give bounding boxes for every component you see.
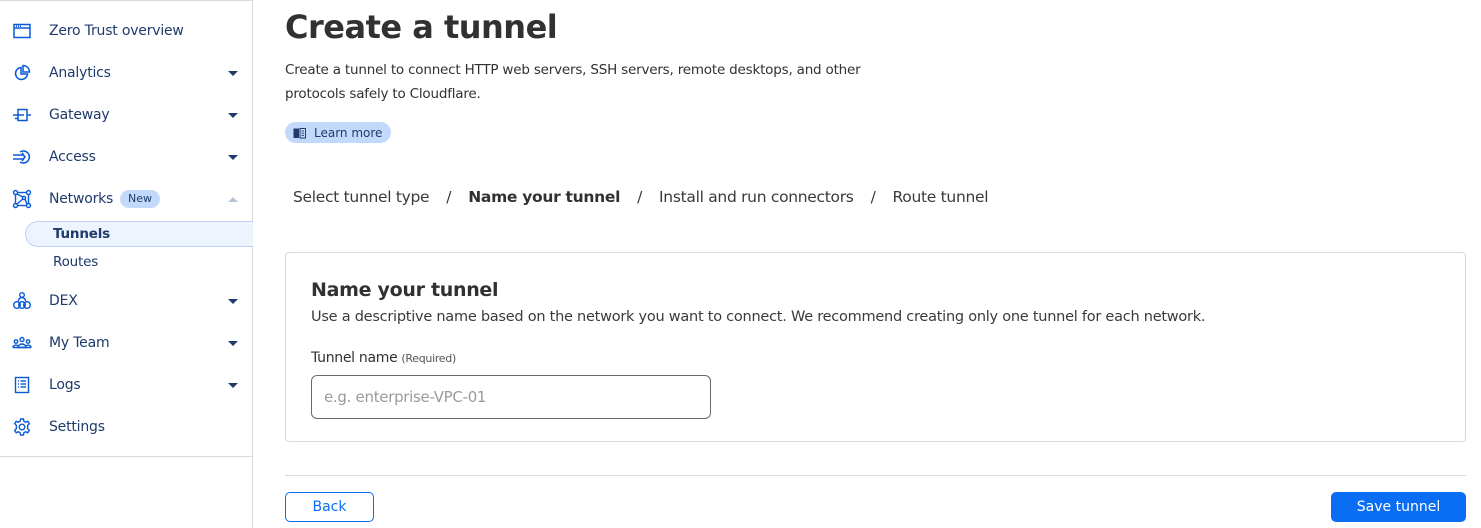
sidebar-item-access[interactable]: Access [0, 136, 252, 178]
sidebar-subitem-routes[interactable]: Routes [25, 249, 253, 275]
page-title: Create a tunnel [285, 8, 558, 46]
sidebar-item-gateway[interactable]: Gateway [0, 94, 252, 136]
new-badge: New [120, 190, 160, 208]
tunnel-name-label-text: Tunnel name [311, 350, 398, 366]
main-content: Create a tunnel Create a tunnel to conne… [285, 0, 1466, 528]
sidebar-item-analytics[interactable]: Analytics [0, 52, 252, 94]
sidebar-divider [0, 456, 252, 457]
chevron-down-icon[interactable] [228, 70, 238, 76]
chevron-down-icon[interactable] [228, 382, 238, 388]
step-route-tunnel: Route tunnel [892, 188, 989, 206]
sidebar-item-networks[interactable]: Networks New [0, 178, 252, 220]
sidebar-item-label: My Team [49, 335, 110, 351]
team-users-icon [12, 333, 32, 353]
sidebar-item-label: Networks [49, 191, 114, 207]
back-button[interactable]: Back [285, 492, 374, 522]
step-select-tunnel-type[interactable]: Select tunnel type [293, 188, 430, 206]
sidebar-item-label: Gateway [49, 107, 110, 123]
sidebar-item-settings[interactable]: Settings [0, 406, 252, 448]
sidebar-item-dex[interactable]: DEX [0, 280, 252, 322]
logs-list-icon [12, 375, 32, 395]
dex-icon [12, 291, 32, 311]
sidebar-subitem-label: Tunnels [53, 226, 110, 242]
step-name-your-tunnel: Name your tunnel [468, 188, 621, 206]
footer-divider [285, 475, 1466, 476]
sidebar-item-label: Logs [49, 377, 81, 393]
sidebar-item-label: Analytics [49, 65, 111, 81]
sidebar-item-logs[interactable]: Logs [0, 364, 252, 406]
sidebar-item-label: Settings [49, 419, 105, 435]
browser-window-icon [12, 21, 32, 41]
page-description: Create a tunnel to connect HTTP web serv… [285, 62, 861, 102]
required-indicator: (Required) [401, 352, 456, 365]
chevron-up-icon[interactable] [228, 196, 238, 202]
save-tunnel-button[interactable]: Save tunnel [1331, 492, 1466, 522]
breadcrumb-separator: / [637, 188, 643, 206]
name-tunnel-card: Name your tunnel Use a descriptive name … [285, 252, 1466, 442]
learn-more-link[interactable]: Learn more [285, 122, 392, 143]
breadcrumb-separator: / [870, 188, 876, 206]
sidebar-item-zero-trust-overview[interactable]: Zero Trust overview [0, 10, 252, 52]
chevron-down-icon[interactable] [228, 112, 238, 118]
tunnel-name-input[interactable] [311, 375, 711, 419]
card-title: Name your tunnel [311, 279, 499, 301]
sidebar-item-my-team[interactable]: My Team [0, 322, 252, 364]
card-description: Use a descriptive name based on the netw… [311, 309, 1206, 325]
step-install-run-connectors: Install and run connectors [659, 188, 854, 206]
sidebar-subitem-label: Routes [53, 254, 99, 270]
tunnel-name-label: Tunnel name (Required) [311, 350, 456, 366]
sidebar-item-label: Zero Trust overview [49, 23, 184, 39]
chevron-down-icon[interactable] [228, 298, 238, 304]
sidebar: Zero Trust overview Analytics Gateway Ac… [0, 0, 253, 528]
gear-icon [12, 417, 32, 437]
chevron-down-icon[interactable] [228, 340, 238, 346]
network-nodes-icon [12, 189, 32, 209]
access-sign-in-icon [12, 147, 32, 167]
breadcrumb-separator: / [446, 188, 452, 206]
sidebar-item-label: Access [49, 149, 96, 165]
pie-chart-icon [12, 63, 32, 83]
sidebar-item-label: DEX [49, 293, 78, 309]
chevron-down-icon[interactable] [228, 154, 238, 160]
step-breadcrumb: Select tunnel type / Name your tunnel / … [293, 188, 989, 206]
gateway-icon [12, 105, 32, 125]
learn-more-label: Learn more [314, 125, 383, 140]
book-icon [293, 127, 306, 138]
sidebar-subitem-tunnels[interactable]: Tunnels [25, 221, 253, 247]
